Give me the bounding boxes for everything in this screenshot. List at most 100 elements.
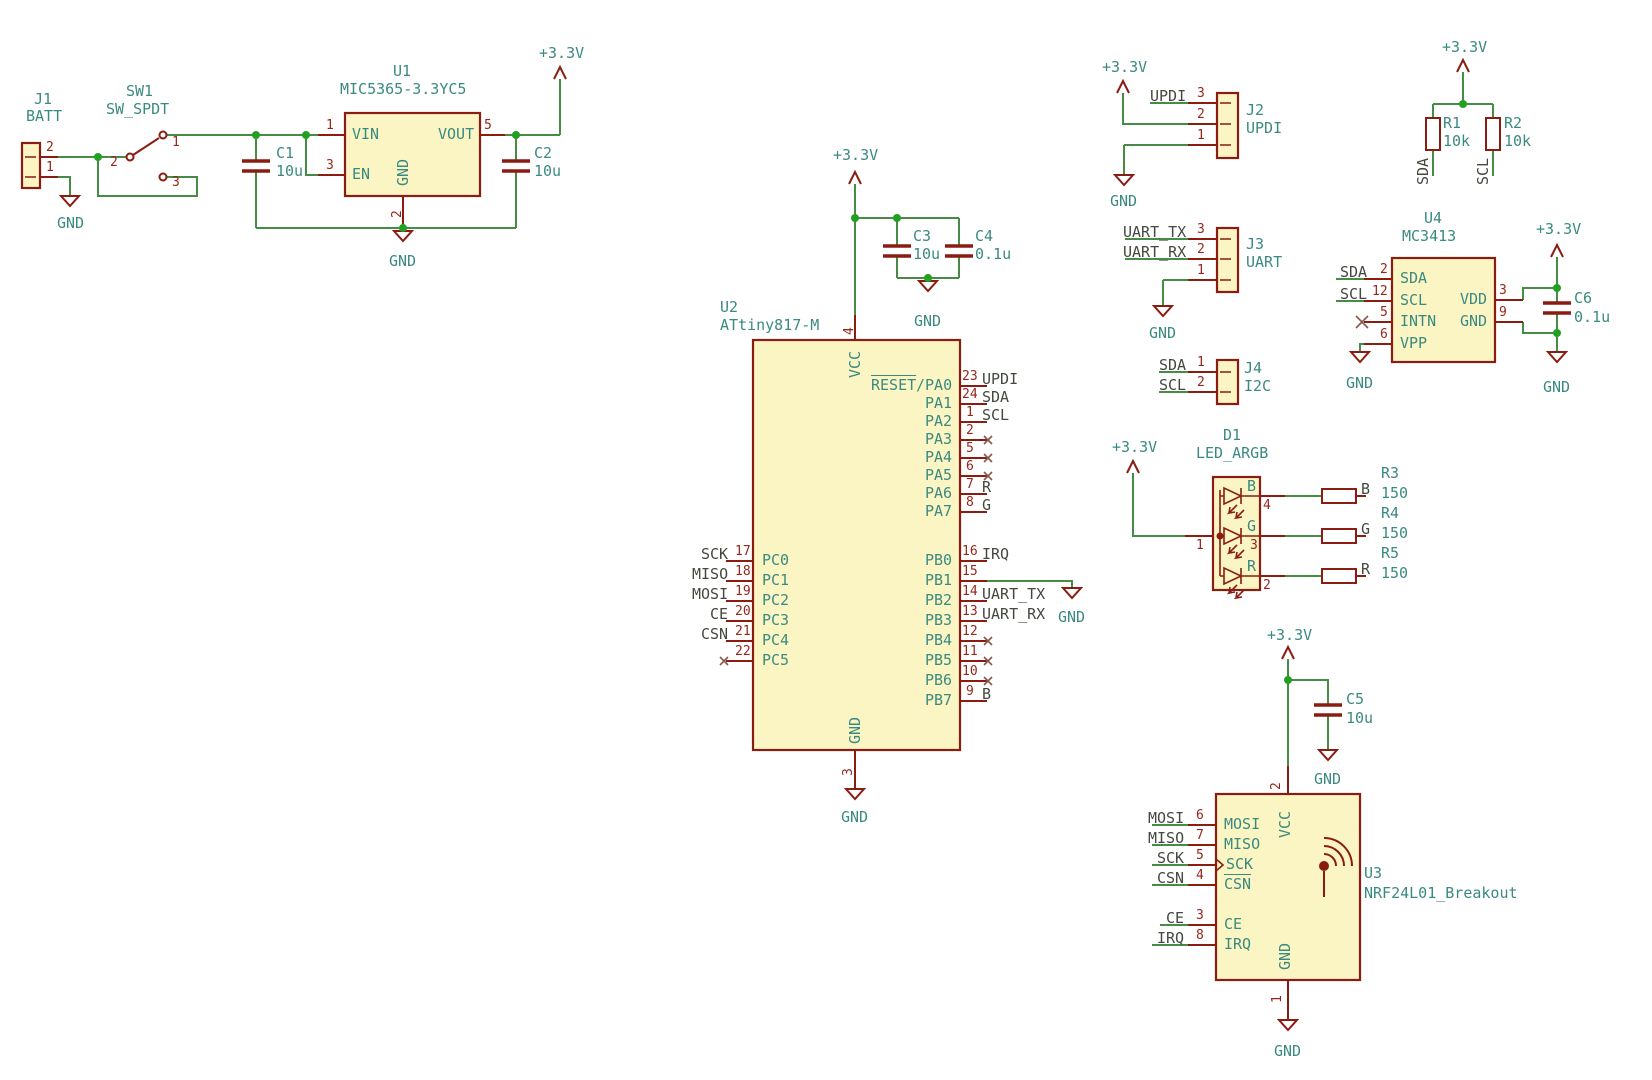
c5-value: 10u [1346,711,1373,726]
d1-power-label: +3.3V [1112,440,1157,455]
net-sda-r1: SDA [1416,158,1431,185]
net-csn-u2: CSN [701,627,728,642]
d1-led-g-label: G [1247,519,1256,534]
net-scl-j4: SCL [1159,378,1186,393]
u2-pin16-num: 16 [962,545,978,558]
r4-value: 150 [1381,526,1408,541]
r4-ref: R4 [1381,506,1399,521]
schematic-labels: J1BATT21GNDSW1SW_SPDT213C110uU1MIC5365-3… [0,0,1652,1080]
r1-value: 10k [1443,134,1470,149]
net-irq-u2: IRQ [982,547,1009,562]
r3-value: 150 [1381,486,1408,501]
j3-ref: J3 [1246,237,1264,252]
u3-ref: U3 [1364,866,1382,881]
u2-pin23-num: 23 [962,370,978,383]
net-sck-u2: SCK [701,547,728,562]
net-r-u2: R [982,480,991,495]
u2-pin5-num: 5 [966,442,974,455]
u2-pin-name-pa2: PA2 [925,414,952,429]
u2-pin-name-pc2: PC2 [762,593,789,608]
u1-pin3-num: 3 [326,159,334,172]
u3-pin6-num: 6 [1196,809,1204,822]
u4-power-label: +3.3V [1536,222,1581,237]
u2-pin14-num: 14 [962,585,978,598]
u2-pin2-num: 2 [966,424,974,437]
u3-pin-name-csn: CSN [1224,877,1251,892]
j1-ref: J1 [34,92,52,107]
u2-pin-name-pb0: PB0 [925,553,952,568]
u2-pin-name-pc1: PC1 [762,573,789,588]
u3-pin-name-mosi: MOSI [1224,817,1260,832]
u2-pin-name-pa7: PA7 [925,504,952,519]
u3-pin7-num: 7 [1196,829,1204,842]
j1-gnd-label: GND [57,216,84,231]
d1-led-b-label: B [1247,479,1256,494]
j2-pin1-num: 1 [1197,129,1205,142]
d1-pin2-num: 2 [1263,579,1271,592]
u2-pin-name-pc3: PC3 [762,613,789,628]
net-ce-u2: CE [710,607,728,622]
j2-pin3-num: 3 [1197,87,1205,100]
sw1-ref: SW1 [126,84,153,99]
c6-ref: C6 [1574,291,1592,306]
u2-pin-name-vcc: VCC [848,351,863,378]
u4-gnd-label: GND [1346,376,1373,391]
u2-pin-name-reset: RESET [871,378,916,393]
net-ce-u3: CE [1166,911,1184,926]
u1-pin5-num: 5 [484,119,492,132]
u2-pin-name-gnd: GND [848,717,863,744]
u1-pin-name-en: EN [352,167,370,182]
net-sda-u2: SDA [982,390,1009,405]
u4-pin-name-intn: INTN [1400,314,1436,329]
u4-pin12-num: 12 [1372,285,1388,298]
u1-pin-name-gnd: GND [396,159,411,186]
u2-pin-name-pb4: PB4 [925,633,952,648]
u2-pin-name-pb7: PB7 [925,693,952,708]
u3-pin2-num: 2 [1270,782,1283,790]
net-sda-j4: SDA [1159,358,1186,373]
u2-pin-name-pa4: PA4 [925,450,952,465]
net-mosi-u2: MOSI [692,587,728,602]
u2-power-label: +3.3V [833,148,878,163]
u2-pin13-num: 13 [962,605,978,618]
u2-pin-name-pb1: PB1 [925,573,952,588]
net-uart-tx-u2: UART_TX [982,587,1045,602]
c1-ref: C1 [276,146,294,161]
c1-value: 10u [276,164,303,179]
u1-pin-name-vin: VIN [352,127,379,142]
j2-gnd-label: GND [1110,194,1137,209]
u4-pin3-num: 3 [1499,284,1507,297]
u2-value: ATtiny817-M [720,318,819,333]
u2-ref: U2 [720,300,738,315]
c2-ref: C2 [534,146,552,161]
u2-pin-name-pa1: PA1 [925,396,952,411]
j1-pin1-num: 1 [46,161,54,174]
net-sda-u4: SDA [1340,265,1367,280]
u2-pin6-num: 6 [966,460,974,473]
d1-ref: D1 [1223,428,1241,443]
u1-pin2-num: 2 [391,210,404,218]
u2-pin8-num: 8 [966,496,974,509]
net-miso-u2: MISO [692,567,728,582]
net-updi-u2: UPDI [982,372,1018,387]
c2-value: 10u [534,164,561,179]
r2-ref: R2 [1504,116,1522,131]
r1r2-power-label: +3.3V [1442,40,1487,55]
sw1-pin2-num: 2 [110,156,118,169]
u2-pin-name-pa6: PA6 [925,486,952,501]
u2-pin-name-pb5: PB5 [925,653,952,668]
u1-ref: U1 [393,64,411,79]
u3-power-label: +3.3V [1267,628,1312,643]
net-scl-r2: SCL [1476,158,1491,185]
vout-power-label: +3.3V [539,46,584,61]
c5-gnd-label: GND [1314,772,1341,787]
u2-pin22-num: 22 [735,645,751,658]
u4-pin6-num: 6 [1380,328,1388,341]
u2-pin3-num: 3 [842,768,855,776]
c4-ref: C4 [975,229,993,244]
u3-pin-name-miso: MISO [1224,837,1260,852]
u2-pin-name-pc4: PC4 [762,633,789,648]
r3-ref: R3 [1381,466,1399,481]
j4-pin1-num: 1 [1197,356,1205,369]
c3-ref: C3 [913,229,931,244]
